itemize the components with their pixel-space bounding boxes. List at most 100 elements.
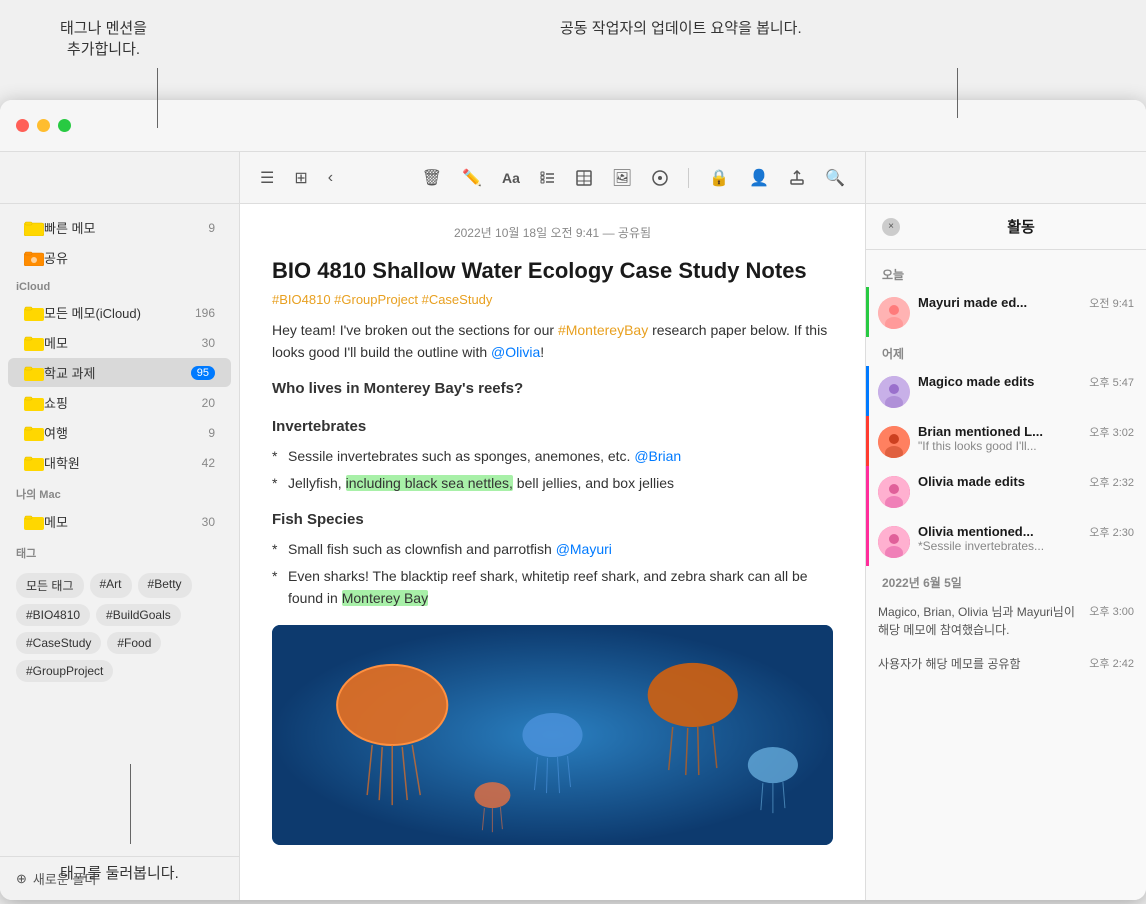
section-heading-2: Fish Species (272, 508, 833, 532)
sidebar-item-school[interactable]: 학교 과제 95 (8, 358, 231, 387)
activity-item-olivia-edits[interactable]: Olivia made edits 오후 2:32 (866, 466, 1146, 516)
bullet-item: Small fish such as clownfish and parrotf… (272, 538, 833, 560)
activity-item-magico[interactable]: Magico made edits 오후 5:47 (866, 366, 1146, 416)
lock-button[interactable]: 🔒 (705, 164, 733, 192)
activity-name: Magico made edits (918, 374, 1083, 389)
activity-item-mayuri[interactable]: Mayuri made ed... 오전 9:41 (866, 287, 1146, 337)
note-intro: Hey team! I've broken out the sections f… (272, 319, 833, 364)
tag-buildgoals[interactable]: #BuildGoals (96, 604, 181, 626)
activity-preview: "If this looks good I'll... (918, 439, 1083, 453)
mac-section-label: 나의 Mac (0, 478, 239, 506)
share-icon-btn[interactable] (648, 166, 672, 190)
plus-icon: ⊕ (16, 871, 27, 887)
note-panel: ☰ ⊞ ‹ 🗑 ✏️ Aa (240, 152, 866, 900)
tag-casestudy[interactable]: #CaseStudy (16, 632, 101, 654)
folder-school-icon (24, 365, 44, 381)
activity-summary-1[interactable]: Magico, Brian, Olivia 님과 Mayuri님이 해당 메모에… (866, 595, 1146, 647)
app-window: 빠른 메모 9 공유 iCloud (0, 100, 1146, 900)
avatar-mayuri (878, 297, 910, 329)
activity-info: Olivia made edits (918, 474, 1083, 489)
activity-item-olivia-mention[interactable]: Olivia mentioned... *Sessile invertebrat… (866, 516, 1146, 566)
sidebar-count: 9 (208, 426, 215, 440)
activity-name: Olivia made edits (918, 474, 1083, 489)
sidebar-count: 42 (202, 456, 215, 470)
note-meta: 2022년 10월 18일 오전 9:41 — 공유됨 (272, 224, 833, 241)
format-button[interactable]: Aa (498, 166, 524, 190)
sidebar-item-mac-memo[interactable]: 메모 30 (8, 507, 231, 536)
note-body: Hey team! I've broken out the sections f… (272, 319, 833, 846)
activity-time: 오후 3:02 (1089, 424, 1134, 440)
sidebar-label: 모든 메모(iCloud) (44, 303, 195, 322)
sidebar-item-shopping[interactable]: 쇼핑 20 (8, 388, 231, 417)
avatar-face (878, 476, 910, 508)
activity-name: Mayuri made ed... (918, 295, 1083, 310)
avatar-olivia2 (878, 526, 910, 558)
close-icon: × (888, 221, 894, 232)
jellyfish-image (272, 625, 833, 845)
avatar-face (878, 376, 910, 408)
mention-olivia: @Olivia (491, 344, 540, 360)
sidebar-label: 메모 (44, 512, 202, 531)
activity-title: 활동 (912, 216, 1130, 237)
checklist-icon (540, 170, 556, 186)
table-button[interactable] (572, 166, 596, 190)
back-button[interactable]: ‹ (324, 165, 337, 191)
sidebar-item-shared[interactable]: 공유 (8, 243, 231, 272)
export-icon (789, 170, 805, 186)
tag-art[interactable]: #Art (90, 573, 132, 598)
person-button[interactable]: 👤 (745, 164, 773, 192)
avatar-face (878, 526, 910, 558)
sidebar-item-grad[interactable]: 대학원 42 (8, 448, 231, 477)
close-button[interactable] (16, 119, 29, 132)
avatar-face (878, 297, 910, 329)
checklist-button[interactable] (536, 166, 560, 190)
sidebar-count: 9 (208, 221, 215, 235)
tag-food[interactable]: #Food (107, 632, 161, 654)
new-folder-label: 새로운 폴더 (33, 869, 96, 888)
sidebar-count: 196 (195, 306, 215, 320)
tag-betty[interactable]: #Betty (138, 573, 192, 598)
sidebar-item-memo[interactable]: 메모 30 (8, 328, 231, 357)
icloud-section-label: iCloud (0, 273, 239, 297)
tag-all[interactable]: 모든 태그 (16, 573, 84, 598)
tag-groupproject[interactable]: #GroupProject (16, 660, 113, 682)
activity-item-brian[interactable]: Brian mentioned L... "If this looks good… (866, 416, 1146, 466)
title-bar (0, 100, 1146, 152)
delete-button[interactable]: 🗑 (418, 164, 446, 192)
activity-scroll: 오늘 Mayuri made ed... 오전 9 (866, 250, 1146, 900)
grid-view-button[interactable]: ⊞ (290, 164, 311, 192)
annotation-tag-mention: 태그나 멘션을추가합니다. (60, 18, 147, 60)
search-button[interactable]: 🔍 (821, 164, 849, 192)
sidebar: 빠른 메모 9 공유 iCloud (0, 152, 240, 900)
compose-button[interactable]: ✏️ (458, 164, 486, 192)
activity-close-button[interactable]: × (882, 218, 900, 236)
sidebar-item-all-icloud[interactable]: 모든 메모(iCloud) 196 (8, 298, 231, 327)
section-subheading: Invertebrates (272, 415, 833, 439)
view-toolbar-group: ☰ ⊞ ‹ (256, 164, 337, 192)
new-folder-button[interactable]: ⊕ 새로운 폴더 (16, 869, 96, 888)
sidebar-footer: ⊕ 새로운 폴더 (0, 856, 239, 900)
minimize-button[interactable] (37, 119, 50, 132)
note-title: BIO 4810 Shallow Water Ecology Case Stud… (272, 257, 833, 286)
tag-bio4810[interactable]: #BIO4810 (16, 604, 90, 626)
activity-summary-2[interactable]: 사용자가 해당 메모를 공유함 오후 2:42 (866, 647, 1146, 681)
list-view-button[interactable]: ☰ (256, 164, 278, 192)
avatar-face (878, 426, 910, 458)
image-button[interactable]: 🖼 (608, 164, 636, 192)
activity-indicator (866, 416, 869, 466)
sidebar-badge: 95 (191, 366, 215, 380)
sidebar-item-travel[interactable]: 여행 9 (8, 418, 231, 447)
activity-time: 오후 2:32 (1089, 474, 1134, 490)
note-toolbar: ☰ ⊞ ‹ 🗑 ✏️ Aa (240, 152, 865, 204)
activity-header: × 활동 (866, 204, 1146, 250)
folder-shopping-icon (24, 395, 44, 411)
fullscreen-button[interactable] (58, 119, 71, 132)
folder-grad-icon (24, 455, 44, 471)
activity-info: Magico made edits (918, 374, 1083, 389)
activity-indicator (866, 287, 869, 337)
toolbar-divider (688, 168, 689, 188)
export-button[interactable] (785, 166, 809, 190)
invertebrates-list: Sessile invertebrates such as sponges, a… (272, 445, 833, 494)
sidebar-item-quick-notes[interactable]: 빠른 메모 9 (8, 213, 231, 242)
tags-section: 모든 태그 #Art #Betty #BIO4810 #BuildGoals #… (0, 565, 239, 690)
